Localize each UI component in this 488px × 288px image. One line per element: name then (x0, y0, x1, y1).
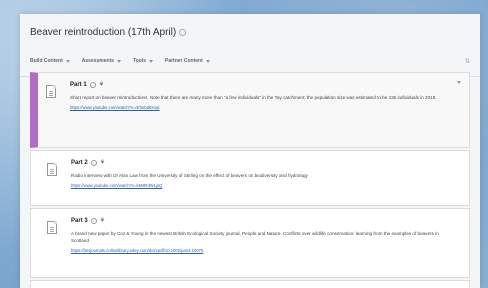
adaptive-release-icon: ⚘ (98, 82, 105, 88)
item-body: Part 2 ⚘ Radio interview with Dr Alan La… (71, 159, 453, 188)
item-body: Part 3 ⚘ A brand new paper by Coz & Youn… (71, 217, 453, 253)
chevron-down-icon (149, 59, 153, 63)
info-icon[interactable] (90, 217, 97, 224)
chevron-down-icon (117, 59, 122, 63)
item-description: Radio interview with Dr Alan Law from th… (71, 173, 308, 178)
chevron-down-icon[interactable] (457, 81, 461, 84)
partner-content-label: Partner Content (165, 58, 203, 64)
document-icon (46, 85, 56, 98)
assessments-menu[interactable]: Assessments (81, 58, 122, 64)
reorder-icon[interactable]: ⇅ (465, 58, 470, 65)
tools-label: Tools (133, 58, 146, 64)
document-icon (47, 163, 57, 176)
item-title[interactable]: Part 2 (71, 160, 88, 166)
item-description: Short report on beaver reintroductions. … (70, 95, 437, 100)
item-body: Part 1 ⚘ Short report on beaver reintrod… (70, 81, 453, 110)
content-panel: Beaver reintroduction (17th April) Build… (20, 14, 480, 288)
info-icon[interactable] (90, 159, 97, 166)
item-link[interactable]: https://besjournals.onlinelibrary.wiley.… (71, 248, 453, 253)
content-item[interactable]: Part 3 ⚘ A brand new paper by Coz & Youn… (30, 208, 470, 278)
page-title: Beaver reintroduction (17th April) (30, 26, 177, 38)
adaptive-release-icon: ⚘ (99, 218, 106, 224)
item-description: A brand new paper by Coz & Young in the … (71, 231, 439, 243)
item-title-row: Part 2 ⚘ (71, 159, 453, 166)
adaptive-release-icon: ⚘ (99, 160, 106, 166)
build-content-label: Build Content (30, 58, 63, 64)
partner-content-menu[interactable]: Partner Content (165, 58, 210, 64)
assessments-label: Assessments (81, 58, 115, 64)
item-link[interactable]: https://www.youtube.com/watch?v=rEhebdiD… (70, 105, 453, 110)
item-link[interactable]: https://www.youtube.com/watch?v=k6MRdWLj… (71, 183, 453, 188)
build-content-menu[interactable]: Build Content (30, 58, 70, 64)
options-circle-icon[interactable] (179, 28, 187, 36)
chevron-down-icon (205, 59, 210, 63)
content-item[interactable]: Part 1 ⚘ Short report on beaver reintrod… (30, 72, 470, 148)
item-title[interactable]: Part 1 (70, 82, 87, 88)
document-icon (47, 221, 57, 234)
item-title[interactable]: Part 3 (71, 218, 88, 224)
item-title-row: Part 3 ⚘ (71, 217, 453, 224)
content-item[interactable]: Part 2 ⚘ Radio interview with Dr Alan La… (30, 150, 470, 206)
tools-menu[interactable]: Tools (133, 58, 153, 64)
item-title-row: Part 1 ⚘ (70, 81, 453, 88)
page-header: Beaver reintroduction (17th April) (20, 14, 480, 40)
content-item[interactable] (30, 280, 470, 288)
chevron-down-icon (65, 59, 70, 63)
info-icon[interactable] (89, 81, 96, 88)
